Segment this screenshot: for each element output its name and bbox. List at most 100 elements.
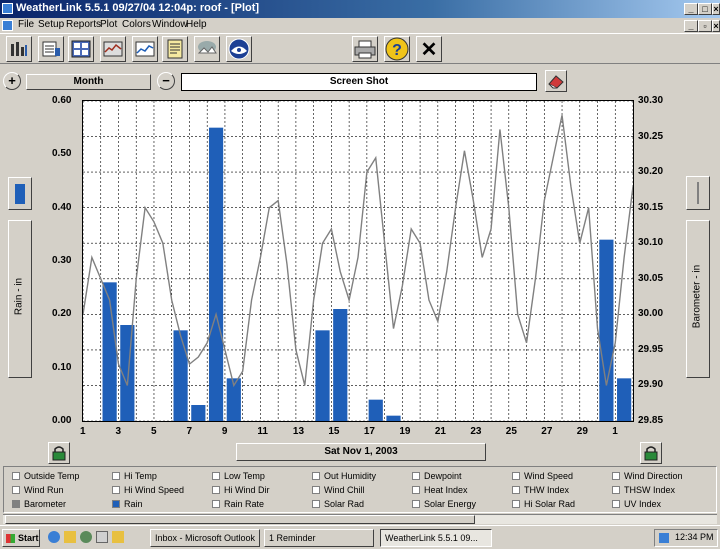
browse-icon[interactable]	[38, 36, 64, 62]
plot-title-field[interactable]: Screen Shot	[181, 73, 537, 91]
horizontal-scrollbar[interactable]	[3, 514, 717, 524]
checkbox-square[interactable]	[312, 486, 320, 494]
checkbox-label: Heat Index	[424, 485, 468, 495]
series-checkbox-hi-temp[interactable]: Hi Temp	[112, 471, 157, 481]
checkbox-square[interactable]	[212, 500, 220, 508]
summary-icon[interactable]	[6, 36, 32, 62]
doc-restore-icon[interactable]: ▫	[698, 20, 712, 32]
taskbar-outlook[interactable]: Inbox - Microsoft Outlook	[150, 529, 260, 547]
rain-color-button[interactable]	[8, 177, 32, 210]
menu-colors[interactable]: Colors	[122, 19, 151, 30]
series-checkbox-hi-wind-dir[interactable]: Hi Wind Dir	[212, 485, 270, 495]
checkbox-square[interactable]	[612, 486, 620, 494]
checkbox-square[interactable]	[112, 500, 120, 508]
checkbox-square[interactable]	[212, 486, 220, 494]
taskbar-weatherlink[interactable]: WeatherLink 5.5.1 09...	[380, 529, 492, 547]
series-checkbox-barometer[interactable]: Barometer	[12, 499, 66, 509]
left-lock-icon[interactable]	[48, 442, 70, 464]
right-axis-button[interactable]: Barometer - in	[686, 220, 710, 378]
notepad-icon[interactable]	[162, 36, 188, 62]
strip-chart-icon[interactable]	[100, 36, 126, 62]
series-checkbox-rain[interactable]: Rain	[112, 499, 143, 509]
printer-icon[interactable]	[352, 36, 378, 62]
menu-plot[interactable]: Plot	[100, 19, 117, 30]
checkbox-square[interactable]	[112, 472, 120, 480]
series-checkbox-rain-rate[interactable]: Rain Rate	[212, 499, 264, 509]
series-checkbox-wind-direction[interactable]: Wind Direction	[612, 471, 683, 481]
minimize-icon[interactable]: _	[684, 3, 698, 15]
date-button[interactable]: Sat Nov 1, 2003	[236, 443, 486, 461]
series-checkbox-heat-index[interactable]: Heat Index	[412, 485, 468, 495]
series-checkbox-hi-solar-rad[interactable]: Hi Solar Rad	[512, 499, 575, 509]
menu-file[interactable]: File	[18, 19, 34, 30]
checkbox-square[interactable]	[412, 472, 420, 480]
close-window-icon[interactable]: ×	[712, 3, 720, 15]
checkbox-label: Outside Temp	[24, 471, 80, 481]
menu-help[interactable]: Help	[186, 19, 207, 30]
checkbox-square[interactable]	[312, 472, 320, 480]
maximize-icon[interactable]: □	[698, 3, 712, 15]
zoom-out-button[interactable]: −	[157, 72, 175, 90]
checkbox-square[interactable]	[312, 500, 320, 508]
plot-icon[interactable]	[132, 36, 158, 62]
folder-icon[interactable]	[112, 531, 124, 543]
right-tick-label: 30.00	[638, 308, 664, 320]
checkbox-square[interactable]	[612, 472, 620, 480]
series-checkbox-outside-temp[interactable]: Outside Temp	[12, 471, 79, 481]
barometer-color-button[interactable]	[686, 176, 710, 210]
left-axis-button[interactable]: Rain - in	[8, 220, 32, 378]
right-lock-icon[interactable]	[640, 442, 662, 464]
checkbox-square[interactable]	[512, 486, 520, 494]
checkbox-label: UV Index	[624, 499, 662, 509]
series-checkbox-solar-energy[interactable]: Solar Energy	[412, 499, 476, 509]
ie-icon[interactable]	[48, 531, 60, 543]
series-checkbox-dewpoint[interactable]: Dewpoint	[412, 471, 462, 481]
doc-close-icon[interactable]: ×	[712, 20, 720, 32]
browser-icon[interactable]	[80, 531, 92, 543]
checkbox-square[interactable]	[212, 472, 220, 480]
weather-snow-icon[interactable]	[194, 36, 220, 62]
checkbox-square[interactable]	[12, 486, 20, 494]
time-span-button[interactable]: Month	[26, 74, 151, 90]
document-icon[interactable]	[2, 20, 13, 31]
series-checkbox-wind-speed[interactable]: Wind Speed	[512, 471, 573, 481]
series-checkbox-low-temp[interactable]: Low Temp	[212, 471, 265, 481]
series-checkbox-thw-index[interactable]: THW Index	[512, 485, 569, 495]
x-tick-label: 11	[257, 426, 268, 437]
noaa-icon[interactable]	[226, 36, 252, 62]
checkbox-square[interactable]	[612, 500, 620, 508]
doc-minimize-icon[interactable]: _	[684, 20, 698, 32]
zoom-in-button[interactable]: +	[3, 72, 21, 90]
menu-setup[interactable]: Setup	[38, 19, 64, 30]
plot-area	[82, 100, 634, 422]
tray-icon[interactable]	[659, 533, 669, 543]
checkbox-square[interactable]	[412, 486, 420, 494]
x-tick-label: 9	[221, 426, 228, 437]
x-tick-label: 29	[576, 426, 588, 437]
checkbox-square[interactable]	[512, 472, 520, 480]
outlook-icon[interactable]	[64, 531, 76, 543]
taskbar-reminder[interactable]: 1 Reminder	[264, 529, 374, 547]
series-checkbox-uv-index[interactable]: UV Index	[612, 499, 661, 509]
help-icon[interactable]: ?	[384, 36, 410, 62]
desktop-icon[interactable]	[96, 531, 108, 543]
scrollbar-thumb[interactable]	[5, 515, 475, 524]
series-checkbox-out-humidity[interactable]: Out Humidity	[312, 471, 376, 481]
menu-window[interactable]: Window	[152, 19, 188, 30]
checkbox-square[interactable]	[12, 472, 20, 480]
checkbox-square[interactable]	[512, 500, 520, 508]
series-checkbox-solar-rad[interactable]: Solar Rad	[312, 499, 364, 509]
series-checkbox-hi-wind-speed[interactable]: Hi Wind Speed	[112, 485, 184, 495]
series-checkbox-wind-chill[interactable]: Wind Chill	[312, 485, 365, 495]
checkbox-square[interactable]	[12, 500, 20, 508]
checkbox-square[interactable]	[412, 500, 420, 508]
start-button[interactable]: Start	[2, 529, 40, 547]
series-checkbox-thsw-index[interactable]: THSW Index	[612, 485, 675, 495]
checkbox-square[interactable]	[112, 486, 120, 494]
close-icon[interactable]: ✕	[416, 36, 442, 62]
app-icon[interactable]	[2, 3, 13, 14]
series-checkbox-wind-run[interactable]: Wind Run	[12, 485, 64, 495]
bulletin-icon[interactable]	[68, 36, 94, 62]
menu-reports[interactable]: Reports	[66, 19, 101, 30]
eraser-icon[interactable]	[545, 70, 567, 92]
